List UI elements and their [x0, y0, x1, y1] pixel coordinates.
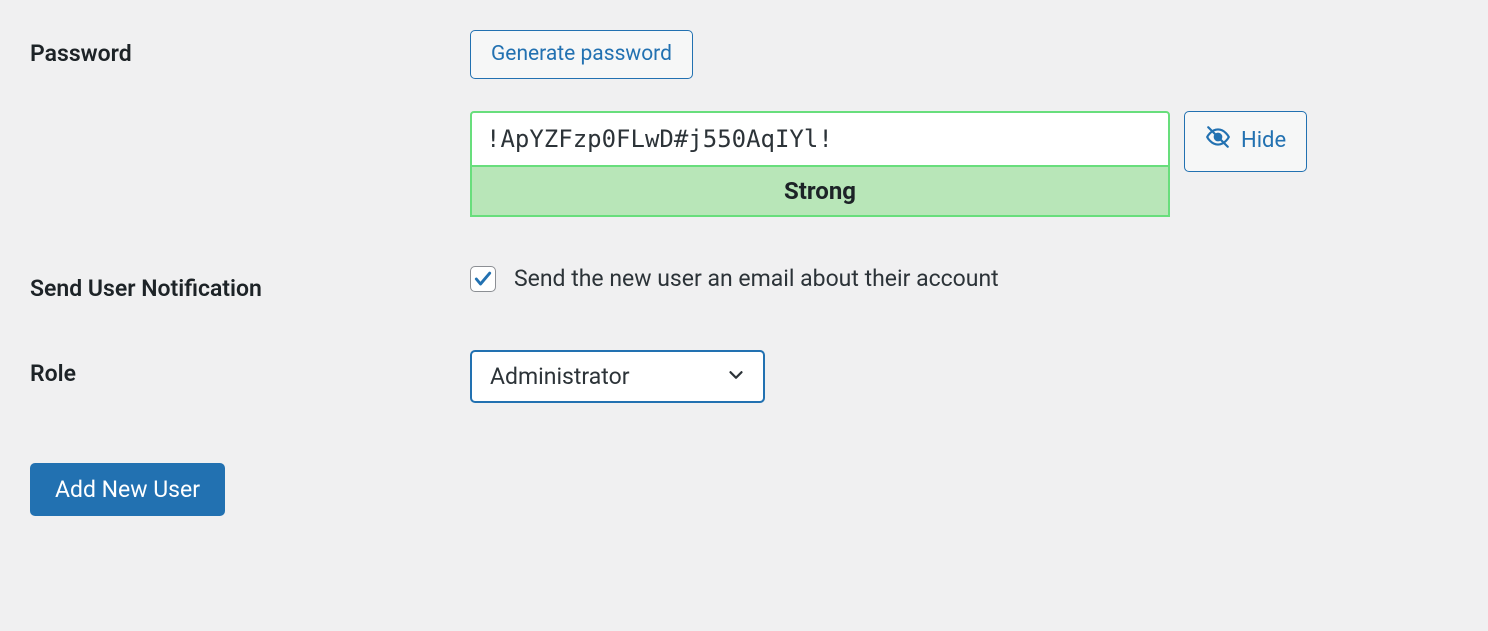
generate-password-button[interactable]: Generate password — [470, 30, 693, 79]
role-select-wrap: Administrator — [470, 350, 765, 403]
hide-password-button[interactable]: Hide — [1184, 111, 1307, 172]
role-row: Role Administrator — [30, 350, 1458, 403]
generate-password-label: Generate password — [491, 41, 672, 68]
role-label: Role — [30, 350, 470, 387]
notification-label: Send User Notification — [30, 265, 470, 302]
notification-checkbox[interactable] — [470, 266, 496, 292]
password-input[interactable] — [470, 111, 1170, 167]
password-input-wrap: Strong Hide — [470, 111, 1458, 217]
checkmark-icon — [473, 269, 493, 289]
notification-controls: Send the new user an email about their a… — [470, 265, 1458, 292]
add-new-user-button[interactable]: Add New User — [30, 463, 225, 516]
notification-row: Send User Notification Send the new user… — [30, 265, 1458, 302]
eye-slash-icon — [1205, 124, 1231, 159]
password-row: Password Generate password Strong Hide — [30, 30, 1458, 217]
password-controls: Generate password Strong Hide — [470, 30, 1458, 217]
submit-row: Add New User — [30, 463, 1458, 516]
password-strength-meter: Strong — [470, 167, 1170, 217]
password-label: Password — [30, 30, 470, 67]
notification-checkbox-label[interactable]: Send the new user an email about their a… — [514, 265, 999, 292]
role-controls: Administrator — [470, 350, 1458, 403]
notification-checkbox-wrap: Send the new user an email about their a… — [470, 265, 1458, 292]
add-new-user-label: Add New User — [55, 476, 200, 503]
password-column: Strong — [470, 111, 1170, 217]
hide-password-label: Hide — [1241, 127, 1286, 156]
role-select[interactable]: Administrator — [470, 350, 765, 403]
